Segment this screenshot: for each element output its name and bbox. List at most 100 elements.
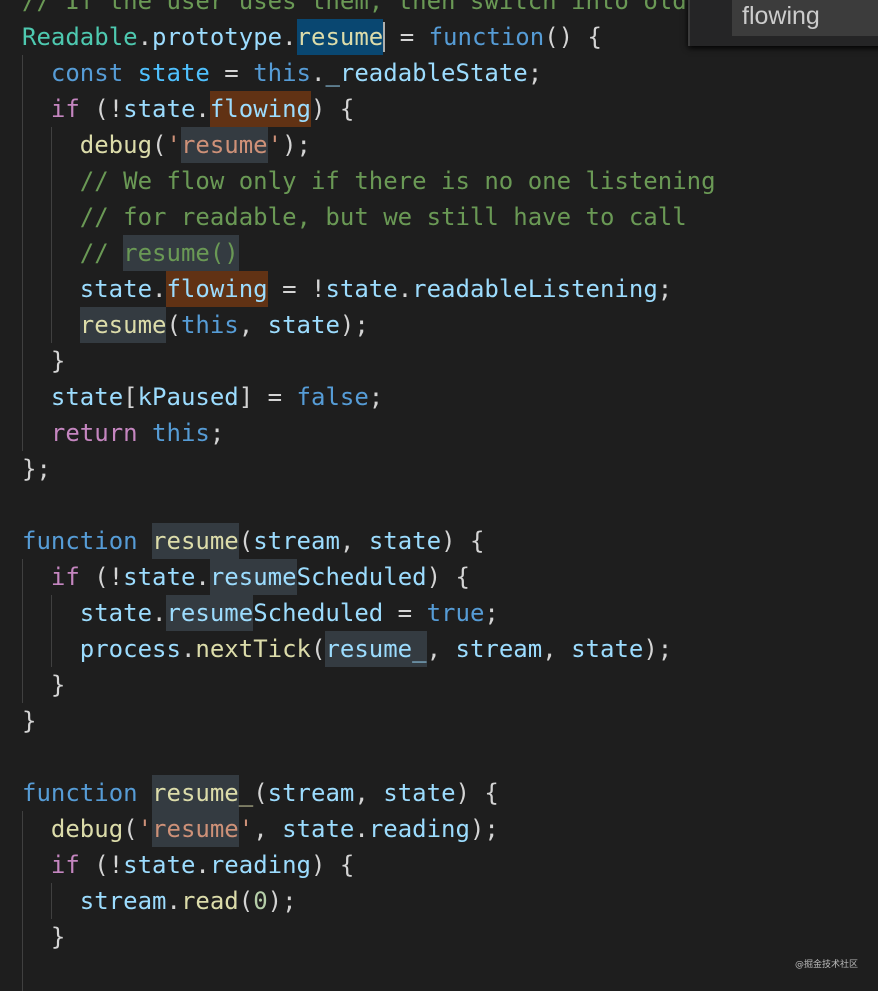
code-token: read	[180, 887, 239, 915]
code-token: .	[195, 563, 210, 591]
code-token: ,	[426, 635, 456, 663]
indent-guide	[22, 379, 51, 415]
indent-guide	[22, 55, 51, 91]
code-token: stream	[267, 779, 355, 807]
code-token: state	[50, 383, 124, 411]
code-token: .	[195, 95, 210, 123]
code-token: (!	[79, 563, 124, 591]
code-token: state	[79, 275, 153, 303]
code-token: resume	[152, 523, 239, 559]
indent-guide	[22, 127, 51, 163]
code-token: kPaused	[137, 383, 239, 411]
indent-guide	[50, 631, 80, 667]
indent-guide	[22, 883, 51, 919]
code-token: ) {	[311, 851, 355, 879]
code-token: resume	[209, 559, 297, 595]
code-token: // We flow only if there is no one liste…	[79, 167, 716, 195]
code-line: if (! state. resume Scheduled) {	[22, 559, 716, 595]
code-token: resume	[166, 595, 254, 631]
code-token: );	[267, 887, 297, 915]
code-token: state	[325, 275, 398, 303]
code-line: stream. read(0);	[22, 883, 716, 919]
code-token: resume	[296, 19, 384, 55]
code-line: }	[22, 703, 716, 739]
indent-guide	[22, 955, 51, 991]
code-token: =	[385, 23, 429, 51]
indent-guide	[22, 811, 51, 847]
code-line: function resume _(stream, state) {	[22, 775, 716, 811]
indent-guide	[22, 271, 51, 307]
code-token: .	[152, 275, 167, 303]
indent-guide	[22, 307, 51, 343]
code-token: _	[238, 779, 254, 807]
code-token: debug	[79, 131, 153, 159]
code-token: true	[426, 599, 485, 627]
code-token: .	[195, 851, 210, 879]
code-token: ) {	[426, 563, 470, 591]
code-token: .	[152, 599, 167, 627]
indent-guide	[50, 235, 80, 271]
code-token: state	[383, 779, 456, 807]
code-token: this	[152, 419, 210, 447]
code-token: reading	[209, 851, 312, 879]
code-token: ) {	[455, 779, 499, 807]
code-token: resume	[152, 775, 239, 811]
indent-guide	[50, 271, 80, 307]
code-token: =	[383, 599, 427, 627]
code-token: state	[282, 815, 355, 843]
code-line: // If the user uses them, then switch in…	[22, 0, 716, 19]
code-token: .	[166, 887, 181, 915]
indent-guide	[22, 415, 51, 451]
code-line: Readable. prototype. resume = function() {	[22, 19, 716, 55]
code-token: state	[79, 599, 153, 627]
code-token: .	[311, 59, 326, 87]
code-line: // We flow only if there is no one liste…	[22, 163, 716, 199]
code-line: }	[22, 667, 716, 703]
code-editor[interactable]: // If the user uses them, then switch in…	[22, 0, 716, 991]
code-token: _readableState	[325, 59, 528, 87]
indent-guide	[22, 919, 51, 955]
find-input[interactable]: flowing	[732, 0, 878, 36]
code-token: .	[137, 23, 153, 51]
code-token: (	[123, 815, 138, 843]
code-token: false	[296, 383, 369, 411]
code-token: =	[209, 59, 254, 87]
code-token: resume	[79, 307, 167, 343]
code-token: (!	[79, 851, 124, 879]
indent-guide	[22, 847, 51, 883]
code-token: state	[137, 59, 210, 87]
code-token: resume_	[325, 631, 427, 667]
code-token: .	[397, 275, 413, 303]
indent-guide	[22, 91, 51, 127]
indent-guide	[22, 667, 51, 703]
code-token: process	[79, 635, 181, 663]
code-token: }	[50, 671, 66, 699]
code-line: }	[22, 919, 716, 955]
code-token: '	[166, 131, 181, 159]
code-line: if (! state. flowing) {	[22, 91, 716, 127]
code-token: //	[79, 239, 124, 267]
code-token: }	[22, 707, 37, 735]
code-token: Scheduled	[296, 563, 427, 591]
code-token: flowing	[209, 91, 312, 127]
code-token: (	[253, 779, 268, 807]
find-widget: flowing	[688, 0, 878, 46]
code-token: );	[643, 635, 673, 663]
code-line: state[kPaused] = false;	[22, 379, 716, 415]
code-token: reading	[368, 815, 470, 843]
code-token: nextTick	[195, 635, 311, 663]
code-token: (	[166, 311, 181, 339]
code-token: ,	[253, 815, 283, 843]
code-token: () {	[544, 23, 602, 51]
code-token: resume()	[123, 235, 239, 271]
indent-guide	[22, 595, 51, 631]
code-token: if	[50, 95, 80, 123]
indent-guide	[22, 631, 51, 667]
code-token: flowing	[166, 271, 268, 307]
code-token: function	[22, 779, 138, 807]
code-token: if	[50, 563, 80, 591]
code-token: );	[469, 815, 499, 843]
